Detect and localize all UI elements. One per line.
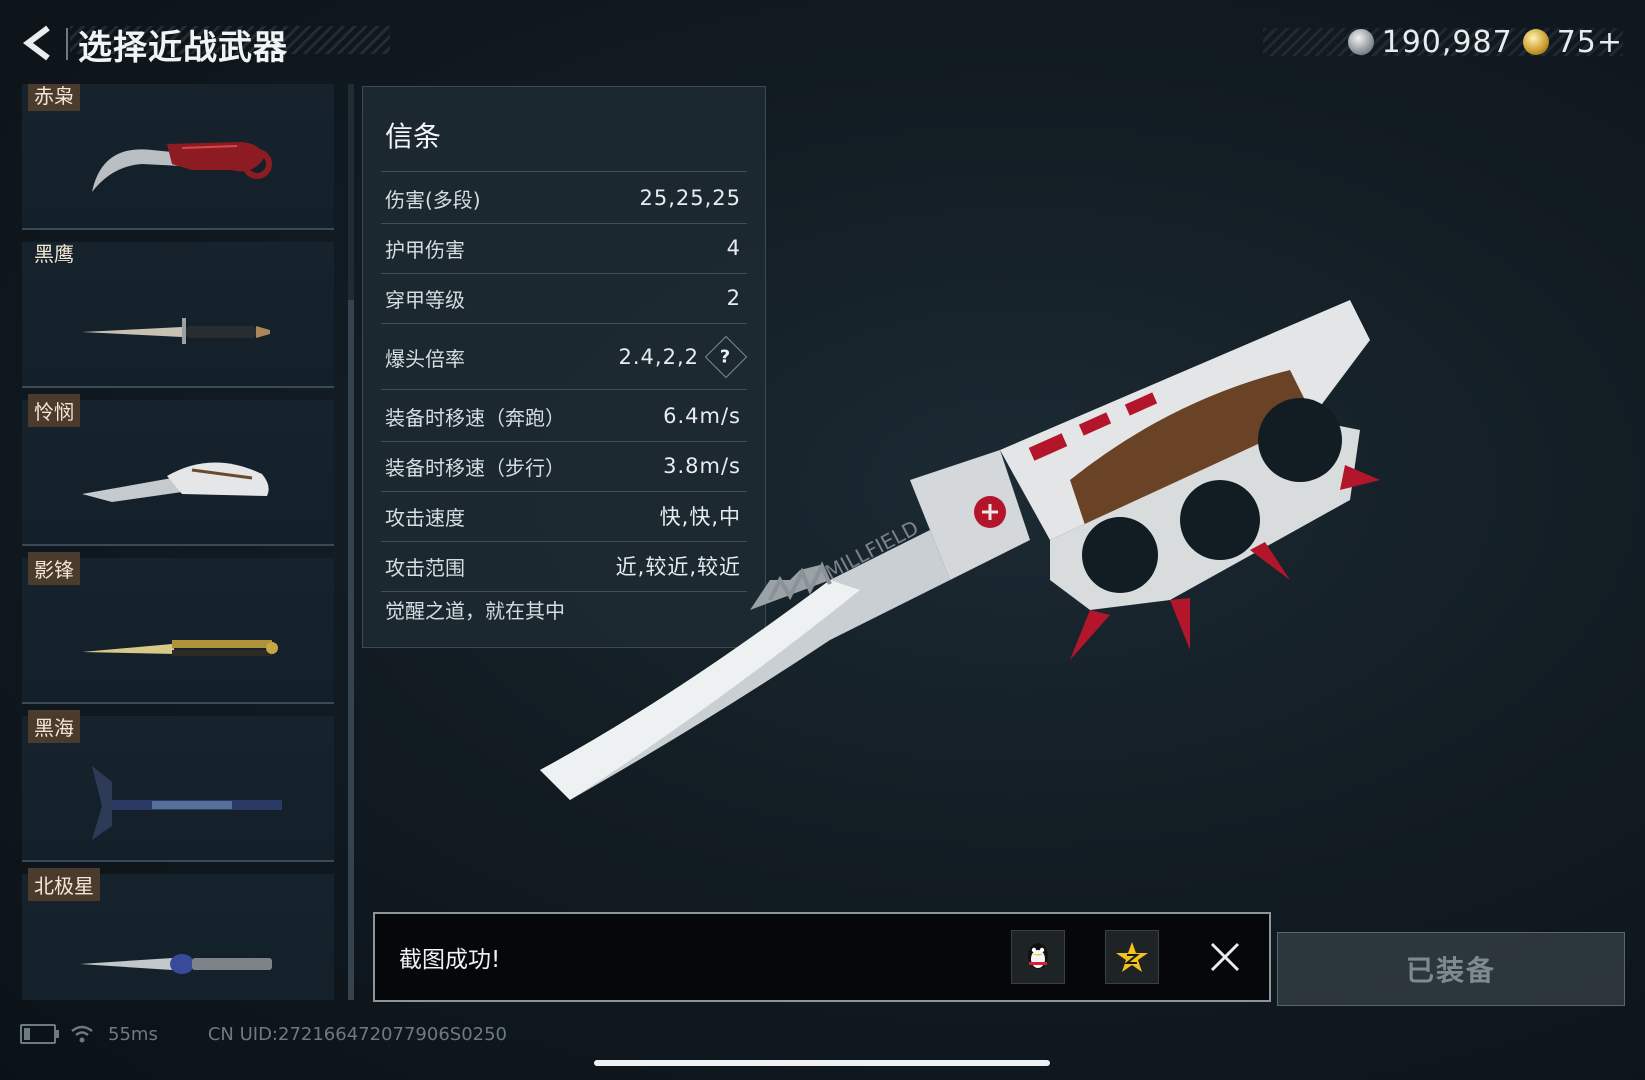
currency-bar: 190,987 75+: [1263, 22, 1623, 62]
back-button[interactable]: [18, 22, 58, 64]
weapon-card-heiying[interactable]: 黑鹰: [22, 242, 334, 388]
stat-value: 25,25,25: [639, 186, 741, 210]
weapon-list-scroll-thumb[interactable]: [348, 300, 354, 1000]
share-qq-button[interactable]: [1011, 930, 1065, 984]
gold-coin-icon: [1522, 29, 1549, 55]
stat-value: 4: [726, 236, 741, 260]
stat-label: 伤害(多段): [385, 187, 481, 212]
weapon-card-beijixing[interactable]: 北极星: [22, 868, 334, 1000]
weapon-name-tag: 影锋: [28, 552, 80, 585]
toast-message: 截图成功!: [399, 947, 501, 973]
gold-amount: 75+: [1556, 24, 1623, 60]
back-arrow-icon: [23, 25, 50, 61]
combat-knife-icon: [82, 318, 270, 344]
share-qzone-button[interactable]: [1105, 930, 1159, 984]
qzone-star-icon: [1116, 942, 1148, 972]
folding-knife-icon: [82, 462, 269, 502]
home-indicator[interactable]: [594, 1060, 1050, 1066]
header-divider: [66, 28, 68, 60]
stat-row-armor-damage: 护甲伤害 4: [385, 223, 741, 273]
weapon-name-tag: 北极星: [28, 868, 100, 901]
weapon-list[interactable]: 赤枭 黑鹰 怜悯 影锋 黑海 北极星: [22, 84, 336, 1000]
stats-divider: [381, 171, 747, 172]
tomahawk-axe-icon: [92, 766, 282, 840]
weapon-card-heihai[interactable]: 黑海: [22, 710, 334, 862]
weapon-preview-knuckle-knife[interactable]: MILLFIELD: [530, 280, 1450, 820]
stat-label: 护甲伤害: [385, 237, 465, 262]
weapon-card-lianmin[interactable]: 怜悯: [22, 394, 334, 546]
karambit-knife-icon: [92, 142, 272, 192]
silver-currency: 190,987: [1347, 24, 1513, 60]
page-title: 选择近战武器: [78, 28, 288, 68]
weapon-name-tag: 黑海: [28, 710, 80, 743]
screenshot-toast: 截图成功!: [373, 912, 1271, 1002]
weapon-card-chixiao[interactable]: 赤枭: [22, 84, 334, 230]
qq-penguin-icon: [1028, 943, 1048, 969]
battery-icon: [20, 1024, 59, 1044]
stat-row-damage: 伤害(多段) 25,25,25: [385, 173, 741, 223]
dagger-icon: [80, 954, 272, 974]
ping-value: 55ms: [108, 1023, 158, 1045]
weapon-name-tag: 黑鹰: [34, 242, 74, 266]
weapon-name-tag: 赤枭: [28, 84, 80, 111]
gold-currency[interactable]: 75+: [1522, 24, 1623, 60]
status-bar: 55ms CN UID:272166472077906S0250: [20, 1020, 507, 1048]
weapon-name-tag: 怜悯: [28, 394, 80, 427]
stat-label: 攻击范围: [385, 555, 465, 580]
stat-label: 穿甲等级: [385, 287, 465, 312]
user-uid: CN UID:272166472077906S0250: [207, 1023, 508, 1045]
close-icon: [1210, 942, 1240, 972]
weapon-name-title: 信条: [385, 120, 442, 153]
toast-close-button[interactable]: [1199, 931, 1251, 983]
equipped-button[interactable]: 已装备: [1277, 932, 1625, 1006]
wifi-icon: [71, 1025, 93, 1043]
silver-amount: 190,987: [1381, 24, 1513, 60]
weapon-card-yingfeng[interactable]: 影锋: [22, 552, 334, 704]
butterfly-knife-icon: [82, 640, 278, 656]
silver-coin-icon: [1347, 29, 1374, 55]
stat-label: 爆头倍率: [385, 346, 465, 371]
stat-label: 攻击速度: [385, 505, 465, 530]
